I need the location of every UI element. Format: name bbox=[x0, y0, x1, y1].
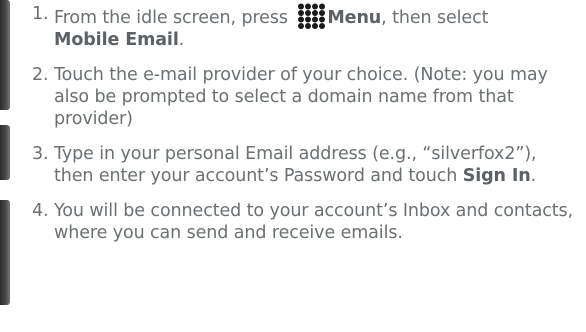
instruction-list: 1. From the idle screen, press Menu, the… bbox=[32, 0, 577, 257]
step-number: 2. bbox=[32, 65, 49, 85]
sign-in-label: Sign In bbox=[462, 166, 531, 186]
step-number: 1. bbox=[32, 4, 49, 24]
step-number: 3. bbox=[32, 144, 49, 164]
step-number: 4. bbox=[32, 201, 49, 221]
step-4: 4. You will be connected to your account… bbox=[32, 200, 577, 244]
step-1: 1. From the idle screen, press Menu, the… bbox=[32, 0, 577, 51]
left-edge-decoration bbox=[0, 0, 12, 332]
step-text: , then select bbox=[381, 8, 489, 28]
menu-label: Menu bbox=[327, 8, 382, 28]
edge-shape bbox=[0, 125, 10, 180]
menu-grid-icon bbox=[296, 3, 326, 29]
step-text: . bbox=[530, 166, 537, 186]
step-text: From the idle screen, press bbox=[54, 8, 294, 28]
edge-shape bbox=[0, 200, 10, 305]
step-text: You will be connected to your account’s … bbox=[54, 201, 574, 243]
step-text: . bbox=[178, 30, 185, 50]
mobile-email-label: Mobile Email bbox=[54, 30, 179, 50]
edge-shape bbox=[0, 0, 10, 110]
step-2: 2. Touch the e-mail provider of your cho… bbox=[32, 64, 577, 130]
step-text: Touch the e-mail provider of your choice… bbox=[54, 65, 548, 129]
step-3: 3. Type in your personal Email address (… bbox=[32, 143, 577, 187]
